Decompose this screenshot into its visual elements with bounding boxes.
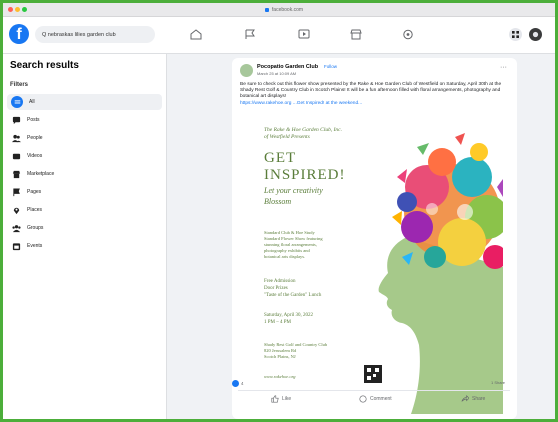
places-icon bbox=[11, 205, 21, 215]
poster-desc-3: stunning floral arrangements, bbox=[264, 242, 317, 247]
search-input[interactable]: Q nebraskas lilies garden club bbox=[35, 26, 155, 43]
filter-events[interactable]: Events bbox=[7, 238, 162, 254]
facebook-logo-icon[interactable]: f bbox=[9, 24, 29, 44]
poster-site: www.rakehoe.org bbox=[264, 374, 296, 379]
filter-posts[interactable]: Posts bbox=[7, 112, 162, 128]
poster-tagline-2: Blossom bbox=[264, 197, 292, 206]
post-author[interactable]: Pocopatio Garden Club bbox=[257, 64, 318, 70]
posts-icon bbox=[11, 115, 21, 125]
videos-icon bbox=[11, 151, 21, 161]
share-icon bbox=[461, 395, 469, 402]
browser-title-bar: facebook.com bbox=[3, 3, 555, 17]
shares-count[interactable]: 1 Share bbox=[491, 380, 505, 385]
filter-all[interactable]: All bbox=[7, 94, 162, 110]
poster-desc-5: botanical arts displays. bbox=[264, 254, 306, 259]
address-bar[interactable]: facebook.com bbox=[239, 6, 329, 13]
filter-label: All bbox=[29, 99, 35, 105]
poster-headline-1: GET bbox=[264, 150, 297, 166]
filter-videos[interactable]: Videos bbox=[7, 148, 162, 164]
poster-admission-2: Door Prizes bbox=[264, 286, 288, 291]
filter-label: Places bbox=[27, 207, 43, 213]
poster-admission-3: "Taste of the Garden" Lunch bbox=[264, 293, 322, 298]
marketplace-icon bbox=[11, 169, 21, 179]
poster-venue-3: Scotch Plains, NJ bbox=[264, 354, 296, 359]
all-icon bbox=[11, 96, 23, 108]
filter-marketplace[interactable]: Marketplace bbox=[7, 166, 162, 182]
filter-label: Videos bbox=[27, 153, 43, 159]
share-label: Share bbox=[472, 396, 486, 402]
filter-label: Events bbox=[27, 243, 43, 249]
events-icon bbox=[11, 241, 21, 251]
search-text: Q nebraskas lilies garden club bbox=[42, 31, 116, 38]
filter-groups[interactable]: Groups bbox=[7, 220, 162, 236]
poster-desc-2: Standard Flower Show featuring bbox=[264, 236, 323, 241]
like-reaction-icon bbox=[232, 379, 239, 387]
pages-icon bbox=[11, 187, 21, 197]
poster-date-2: 1 PM – 4 PM bbox=[264, 320, 291, 325]
maximize-window-button[interactable] bbox=[22, 7, 27, 12]
lock-icon bbox=[264, 7, 269, 12]
poster-desc-4: photography exhibits and bbox=[264, 248, 310, 253]
post-timestamp[interactable]: March 25 at 10:09 AM bbox=[257, 71, 296, 76]
more-options-icon[interactable]: ··· bbox=[500, 64, 507, 71]
poster-org-line2: of Westfield Presents bbox=[264, 134, 310, 140]
search-result-post: Pocopatio Garden Club Follow March 25 at… bbox=[232, 58, 517, 419]
comment-icon bbox=[359, 395, 367, 403]
filter-people[interactable]: People bbox=[7, 130, 162, 146]
url-text: facebook.com bbox=[271, 6, 304, 13]
poster-admission-1: Free Admission bbox=[264, 279, 296, 284]
thumbs-up-icon bbox=[271, 395, 279, 403]
filter-label: Pages bbox=[27, 189, 42, 195]
marketplace-nav-icon[interactable] bbox=[349, 28, 363, 40]
groups-icon bbox=[11, 223, 21, 233]
groups-nav-icon[interactable] bbox=[401, 28, 415, 40]
poster-org-line1: The Rake & Hoe Garden Club, Inc. bbox=[264, 127, 343, 133]
share-button[interactable]: Share bbox=[461, 394, 485, 404]
menu-grid-icon[interactable] bbox=[509, 28, 522, 41]
home-icon[interactable] bbox=[189, 28, 203, 40]
comment-label: Comment bbox=[370, 396, 392, 402]
poster-date-1: Saturday, April 30, 2022 bbox=[264, 313, 313, 318]
post-link[interactable]: https://www.rakehoe.org ...Get Inspired!… bbox=[240, 101, 362, 106]
messenger-icon[interactable] bbox=[529, 28, 542, 41]
poster-desc-1: Standard Club & Hoe Study bbox=[264, 230, 315, 235]
post-divider bbox=[238, 390, 510, 391]
poster-headline-2: INSPIRED! bbox=[264, 167, 346, 183]
search-sidebar: Search results Filters All Posts People … bbox=[3, 54, 167, 419]
close-window-button[interactable] bbox=[8, 7, 13, 12]
poster-venue-1: Shady Rest Golf and Country Club bbox=[264, 342, 328, 347]
filter-places[interactable]: Places bbox=[7, 202, 162, 218]
reactions-summary[interactable]: 4 bbox=[232, 379, 252, 387]
pages-nav-icon[interactable] bbox=[243, 28, 257, 40]
facebook-top-bar: f Q nebraskas lilies garden club bbox=[3, 17, 555, 54]
watch-icon[interactable] bbox=[297, 28, 311, 40]
poster-venue-2: 820 Jerusalem Rd bbox=[264, 348, 297, 353]
people-icon bbox=[11, 133, 21, 143]
post-text: Be sure to check out this flower show pr… bbox=[240, 82, 502, 99]
filters-label: Filters bbox=[10, 82, 29, 88]
like-button[interactable]: Like bbox=[271, 394, 291, 404]
comment-button[interactable]: Comment bbox=[359, 394, 392, 404]
like-label: Like bbox=[282, 396, 292, 402]
reactions-count: 4 bbox=[241, 380, 244, 386]
app-window: facebook.com f Q nebraskas lilies garden… bbox=[0, 0, 558, 422]
event-poster-image[interactable]: The Rake & Hoe Garden Club, Inc. of West… bbox=[257, 117, 503, 414]
follow-link[interactable]: Follow bbox=[324, 64, 337, 69]
filter-label: Groups bbox=[27, 225, 44, 231]
filter-label: People bbox=[27, 135, 43, 141]
filter-label: Posts bbox=[27, 117, 40, 123]
poster-tagline-1: Let your creativity bbox=[264, 186, 323, 195]
search-results-title: Search results bbox=[10, 60, 79, 71]
filter-pages[interactable]: Pages bbox=[7, 184, 162, 200]
minimize-window-button[interactable] bbox=[15, 7, 20, 12]
filter-label: Marketplace bbox=[27, 171, 55, 177]
page-avatar[interactable] bbox=[240, 64, 253, 77]
